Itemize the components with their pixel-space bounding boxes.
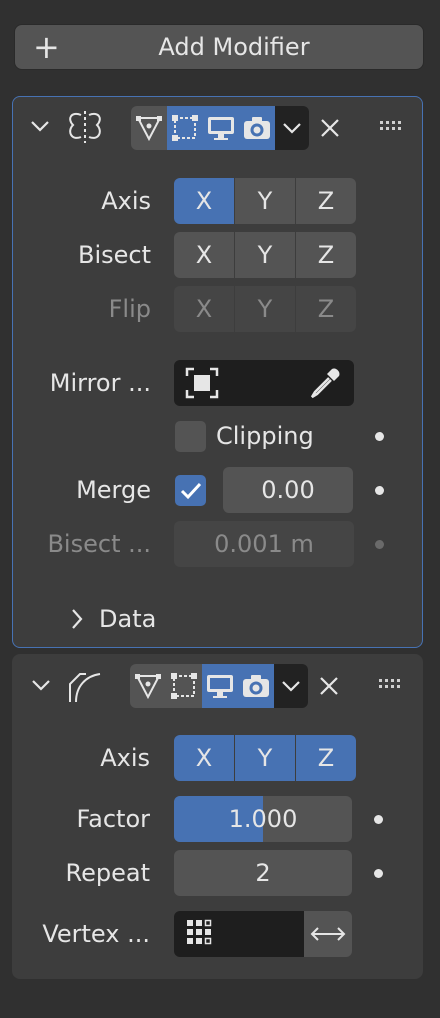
axis-label: Axis — [101, 187, 151, 215]
axis-y-toggle[interactable]: Y — [235, 735, 296, 781]
on-cage-toggle[interactable] — [166, 664, 202, 708]
edit-mode-toggle[interactable] — [131, 106, 167, 150]
invert-vertex-group-button[interactable] — [304, 911, 352, 957]
eyedropper-icon[interactable] — [308, 366, 342, 400]
factor-value: 1.000 — [228, 805, 298, 833]
flip-y-toggle[interactable]: Y — [235, 286, 296, 332]
camera-icon — [244, 117, 270, 139]
axis-y-toggle[interactable]: Y — [235, 178, 296, 224]
chevron-right-icon[interactable] — [69, 607, 85, 631]
close-icon[interactable] — [318, 675, 340, 697]
merge-keyframe-dot[interactable] — [375, 486, 384, 495]
vertex-group-icon — [187, 919, 212, 945]
clipping-label: Clipping — [216, 422, 314, 450]
axis-z-toggle[interactable]: Z — [296, 178, 356, 224]
camera-icon — [243, 675, 269, 697]
close-icon[interactable] — [319, 117, 341, 139]
render-toggle[interactable] — [239, 106, 275, 150]
visibility-dropdown[interactable] — [274, 664, 308, 708]
clipping-keyframe-dot[interactable] — [375, 432, 384, 441]
repeat-field[interactable]: 2 — [174, 850, 352, 896]
arrows-left-right-icon — [310, 927, 346, 941]
merge-label: Merge — [76, 476, 151, 504]
drag-handle-icon[interactable] — [378, 677, 404, 691]
vertex-group-field[interactable] — [174, 911, 304, 957]
flip-toggle-group: X Y Z — [174, 286, 356, 332]
monitor-icon — [207, 675, 233, 698]
bisect-label: Bisect — [77, 241, 151, 269]
curve-modifier-panel: Axis X Y Z Factor 1.000 Repeat 2 Vertex … — [12, 654, 423, 979]
factor-slider[interactable]: 1.000 — [174, 796, 352, 842]
collapse-chevron-icon[interactable] — [29, 115, 51, 137]
object-icon — [185, 367, 219, 399]
edit-mode-icon — [135, 674, 161, 700]
mirror-modifier-panel: Axis X Y Z Bisect X Y Z Flip X Y Z Mirro… — [12, 96, 423, 648]
add-modifier-button[interactable]: + Add Modifier — [14, 24, 424, 70]
merge-distance-field[interactable]: 0.00 — [223, 467, 353, 513]
monitor-icon — [208, 117, 234, 140]
vertex-group-label: Vertex ... — [42, 920, 150, 948]
mirror-object-label: Mirror ... — [49, 369, 151, 397]
factor-label: Factor — [76, 805, 150, 833]
on-cage-icon — [171, 673, 197, 699]
drag-handle-icon[interactable] — [379, 119, 405, 133]
bisect-toggle-group: X Y Z — [174, 232, 356, 278]
bisect-distance-label: Bisect ... — [47, 530, 151, 558]
merge-checkbox[interactable] — [175, 475, 206, 506]
axis-label: Axis — [100, 744, 150, 772]
add-modifier-label: Add Modifier — [158, 33, 310, 61]
checkmark-icon — [180, 482, 202, 500]
mirror-modifier-icon — [69, 111, 101, 143]
factor-keyframe-dot[interactable] — [374, 815, 383, 824]
axis-z-toggle[interactable]: Z — [296, 735, 356, 781]
mirror-object-field[interactable] — [174, 360, 354, 406]
visibility-toggles — [131, 106, 309, 150]
flip-x-toggle[interactable]: X — [174, 286, 235, 332]
chevron-down-icon — [282, 681, 300, 692]
on-cage-icon — [172, 115, 198, 141]
axis-toggle-group: X Y Z — [174, 735, 356, 781]
curve-modifier-icon — [69, 673, 101, 703]
chevron-down-icon — [283, 123, 301, 134]
repeat-label: Repeat — [65, 859, 150, 887]
flip-z-toggle[interactable]: Z — [296, 286, 356, 332]
visibility-toggles — [130, 664, 308, 708]
edit-mode-toggle[interactable] — [130, 664, 166, 708]
data-subpanel-label[interactable]: Data — [99, 595, 156, 643]
viewport-toggle[interactable] — [202, 664, 238, 708]
on-cage-toggle[interactable] — [167, 106, 203, 150]
bisect-distance-keyframe-dot[interactable] — [375, 540, 384, 549]
bisect-z-toggle[interactable]: Z — [296, 232, 356, 278]
visibility-dropdown[interactable] — [275, 106, 309, 150]
render-toggle[interactable] — [238, 664, 274, 708]
clipping-checkbox[interactable] — [175, 421, 206, 452]
axis-x-toggle[interactable]: X — [174, 178, 235, 224]
viewport-toggle[interactable] — [203, 106, 239, 150]
edit-mode-icon — [136, 116, 162, 142]
flip-label: Flip — [108, 295, 151, 323]
collapse-chevron-icon[interactable] — [30, 674, 52, 696]
repeat-keyframe-dot[interactable] — [374, 869, 383, 878]
bisect-x-toggle[interactable]: X — [174, 232, 235, 278]
axis-x-toggle[interactable]: X — [174, 735, 235, 781]
bisect-y-toggle[interactable]: Y — [235, 232, 296, 278]
axis-toggle-group: X Y Z — [174, 178, 356, 224]
bisect-distance-field[interactable]: 0.001 m — [174, 521, 354, 567]
